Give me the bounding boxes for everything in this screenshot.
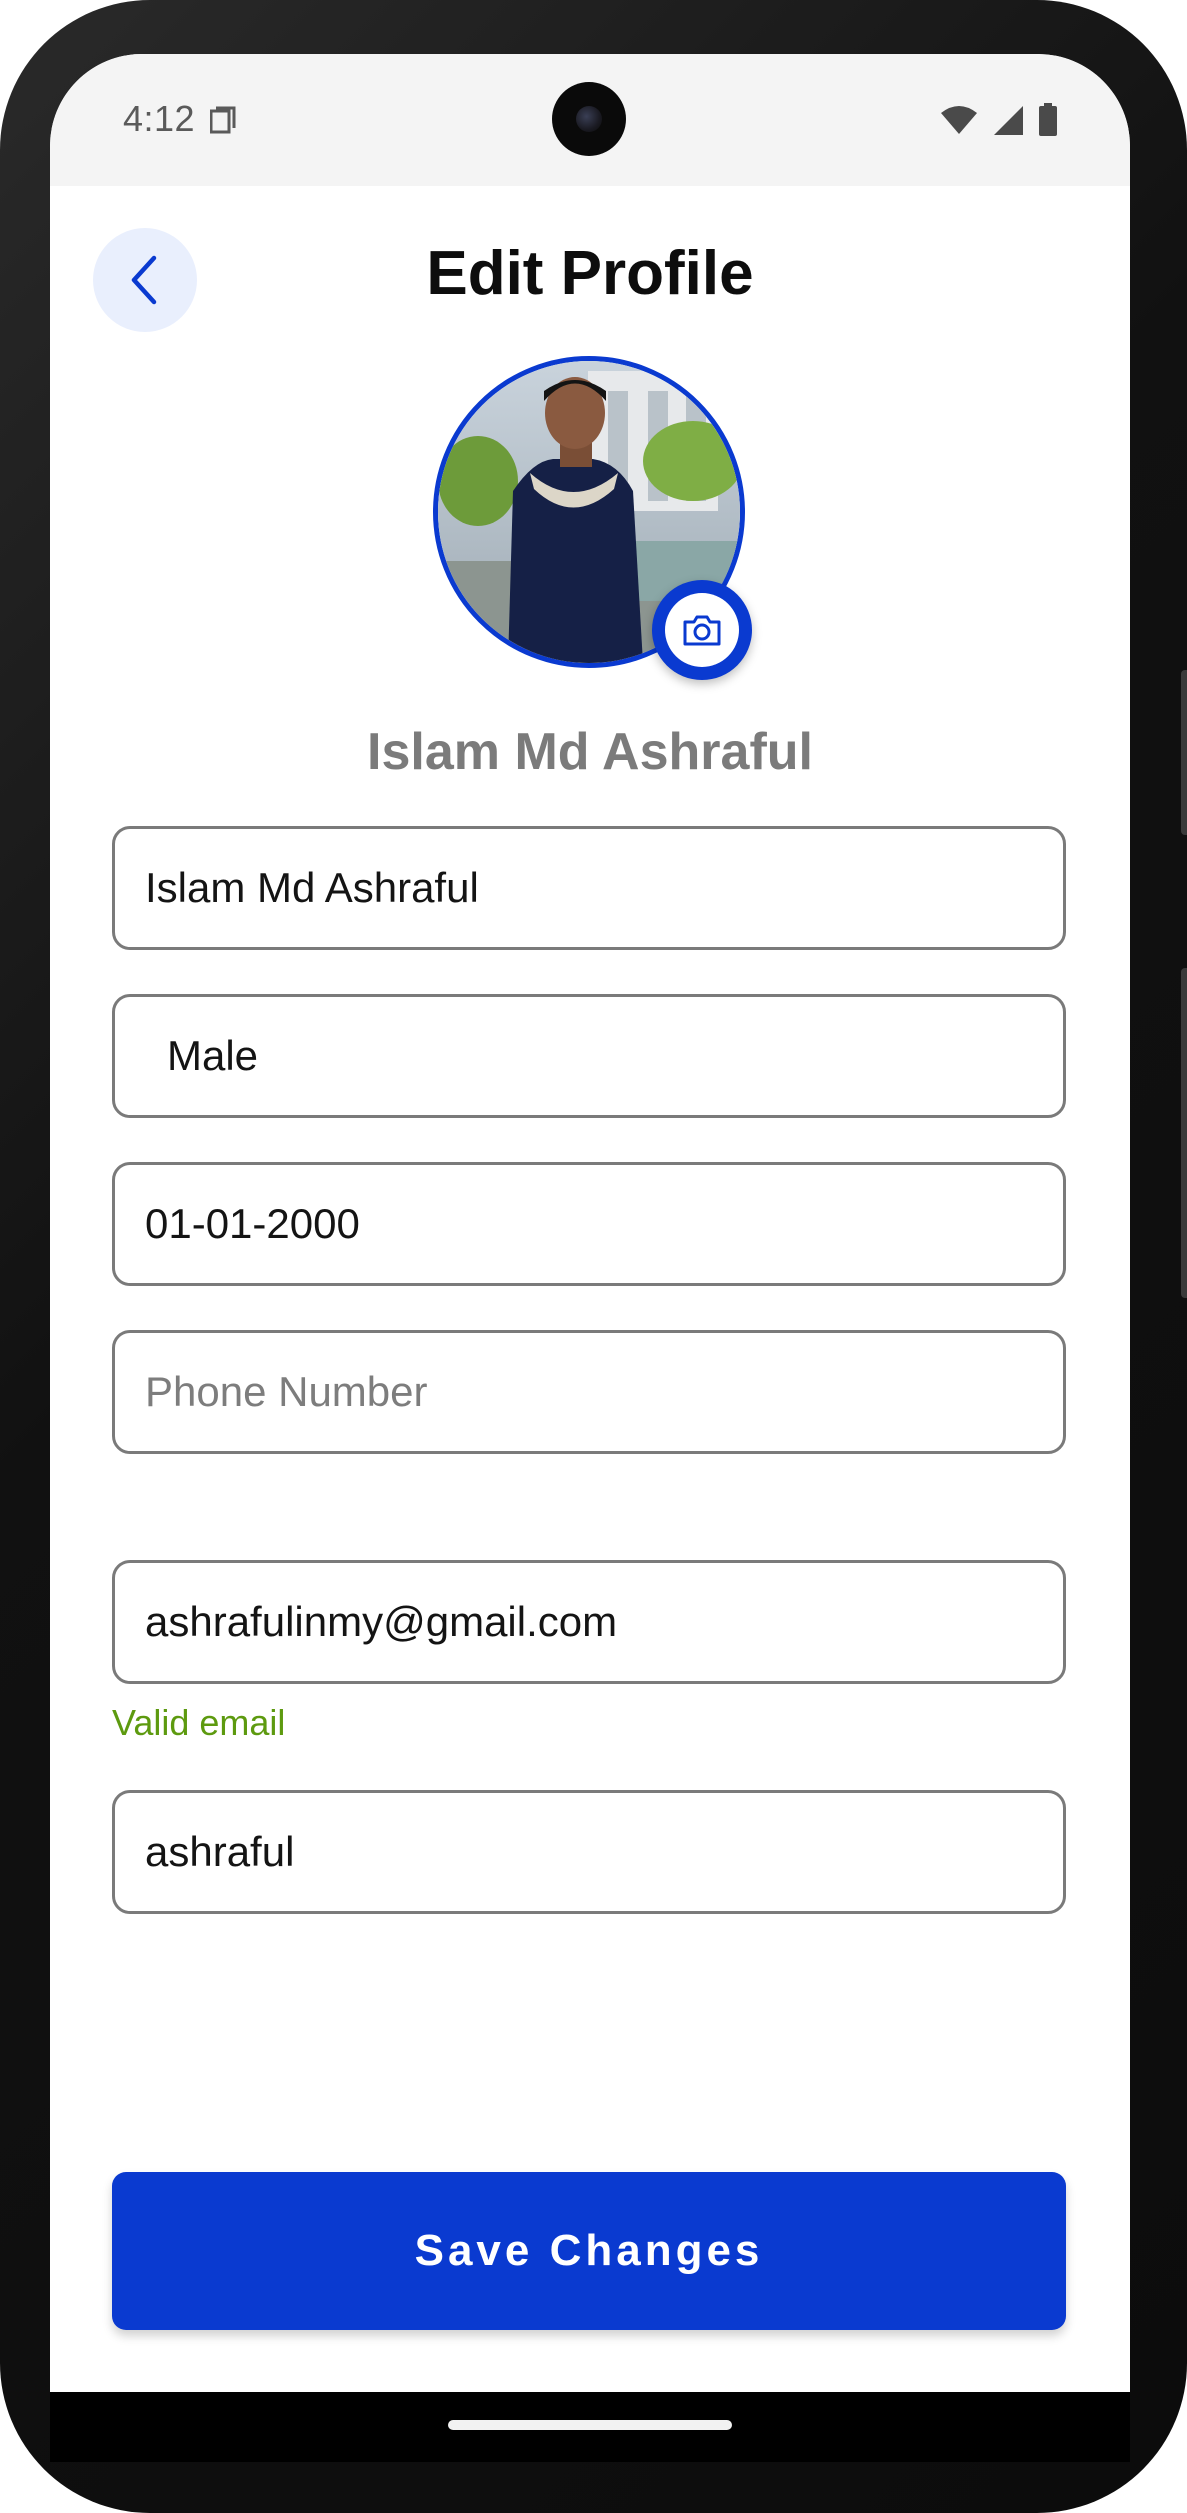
username-field[interactable]: ashraful [112, 1790, 1066, 1914]
volume-button [1181, 968, 1187, 1298]
phone-frame: 4:12 Edit Profile Islam Md Ashraful Isla… [0, 0, 1187, 2513]
save-changes-button[interactable]: Save Changes [112, 2172, 1066, 2330]
power-button [1181, 670, 1187, 835]
date-of-birth-field[interactable]: 01-01-2000 [112, 1162, 1066, 1286]
email-field[interactable]: ashrafulinmy@gmail.com [112, 1560, 1066, 1684]
profile-display-name: Islam Md Ashraful [367, 723, 813, 781]
home-indicator[interactable] [448, 2420, 732, 2430]
front-camera [552, 82, 626, 156]
sim-card-icon [210, 106, 236, 134]
gender-select[interactable]: Male [112, 994, 1066, 1118]
avatar-container [433, 356, 752, 680]
status-icons [940, 102, 1058, 138]
change-photo-button[interactable] [652, 580, 752, 680]
battery-icon [1039, 103, 1057, 136]
camera-icon [683, 615, 721, 646]
email-helper-text: Valid email [112, 1702, 286, 1743]
status-time: 4:12 [123, 98, 196, 139]
wifi-icon [941, 106, 977, 134]
status-bar: 4:12 [50, 54, 1130, 186]
phone-number-field[interactable]: Phone Number [112, 1330, 1066, 1454]
app-screen: 4:12 Edit Profile Islam Md Ashraful Isla… [50, 54, 1130, 2392]
name-field[interactable]: Islam Md Ashraful [112, 826, 1066, 950]
page-title: Edit Profile [426, 239, 754, 308]
signal-icon [994, 106, 1023, 135]
